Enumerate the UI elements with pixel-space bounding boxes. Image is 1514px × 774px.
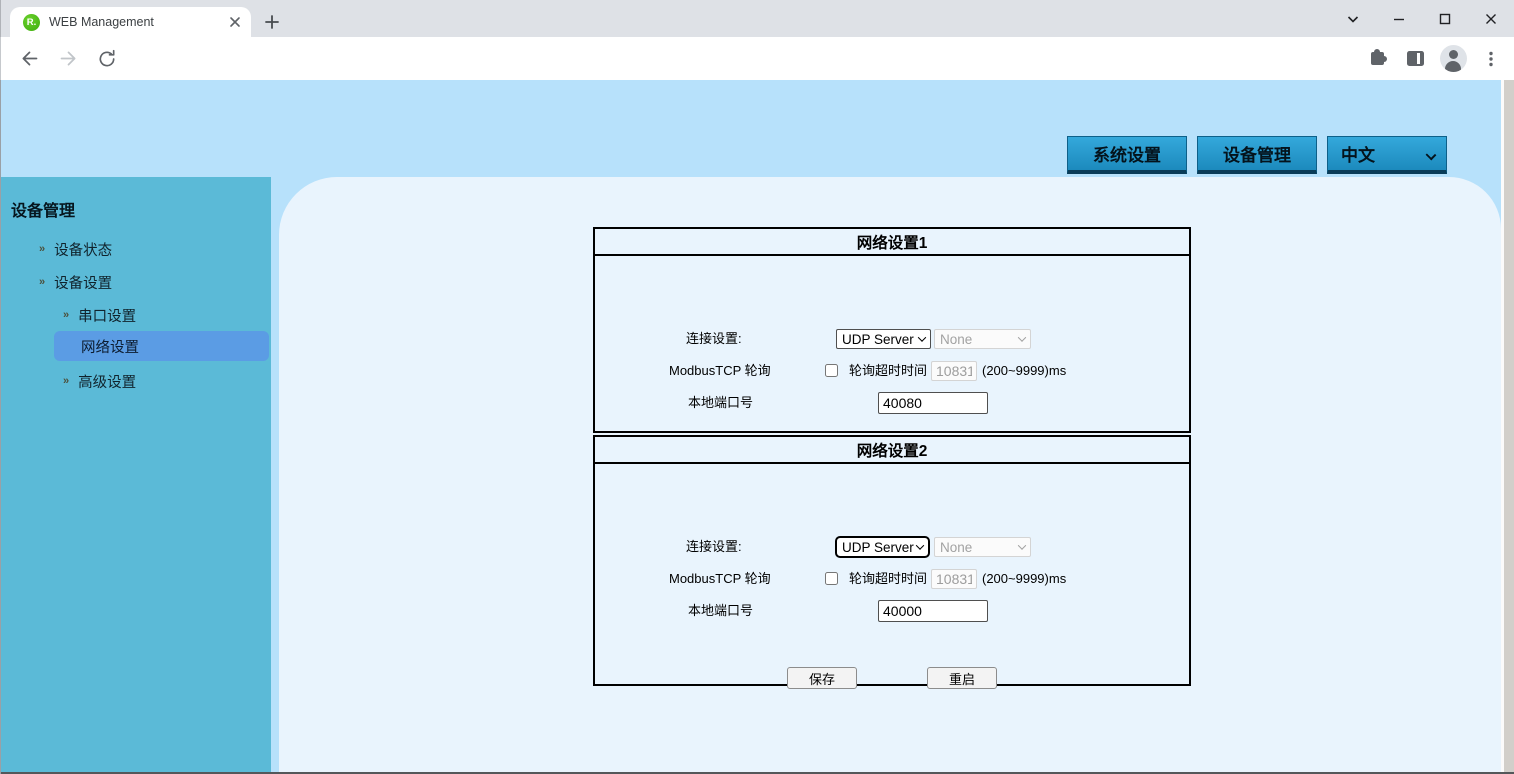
connect-secondary-select: None bbox=[934, 537, 1031, 557]
sidebar-item-label: 网络设置 bbox=[81, 339, 139, 356]
save-button[interactable]: 保存 bbox=[787, 667, 857, 689]
network-settings-panel-2: 网络设置2 连接设置: UDP Server None ModbusTCP 轮询… bbox=[593, 435, 1191, 689]
local-port-label: 本地端口号 bbox=[688, 603, 754, 618]
chevron-down-icon bbox=[1425, 149, 1437, 161]
chevron-down-icon bbox=[1017, 541, 1027, 550]
sidebar-item-label: 设备设置 bbox=[54, 275, 113, 292]
sidebar-item-label: 高级设置 bbox=[78, 374, 137, 391]
device-management-button[interactable]: 设备管理 bbox=[1197, 136, 1317, 174]
site-favicon: R. bbox=[23, 13, 40, 31]
poll-timeout-label: 轮询超时时间 bbox=[849, 363, 928, 378]
tab-search-icon[interactable] bbox=[1330, 0, 1376, 37]
chevron-down-icon bbox=[1017, 333, 1027, 342]
poll-timeout-input bbox=[931, 361, 977, 381]
browser-toolbar: ! 不安全 192.168.0.148/html/DeviceSet.html bbox=[0, 37, 1514, 113]
browser-tab[interactable]: R. WEB Management bbox=[10, 7, 251, 37]
menu-kebab-icon[interactable] bbox=[1476, 44, 1506, 74]
timeout-range-hint: (200~9999)ms bbox=[982, 363, 1067, 378]
back-icon[interactable] bbox=[15, 45, 43, 73]
modbus-poll-checkbox[interactable] bbox=[825, 572, 838, 585]
poll-timeout-label: 轮询超时时间 bbox=[849, 571, 928, 586]
panel-title: 网络设置2 bbox=[595, 437, 1189, 464]
maximize-icon[interactable] bbox=[1422, 0, 1468, 37]
tab-close-icon[interactable] bbox=[227, 14, 243, 30]
connect-setting-label: 连接设置: bbox=[686, 539, 742, 554]
arrow-bullet-icon: » bbox=[39, 243, 46, 255]
connect-secondary-select: None bbox=[934, 329, 1031, 349]
local-port-input[interactable] bbox=[878, 600, 988, 622]
arrow-bullet-icon: » bbox=[63, 375, 70, 387]
connect-setting-label: 连接设置: bbox=[686, 331, 742, 346]
chevron-down-icon bbox=[917, 333, 927, 342]
connect-mode-select[interactable]: UDP Server bbox=[836, 329, 931, 349]
network-settings-panel-1: 网络设置1 连接设置: UDP Server None ModbusTCP 轮询… bbox=[593, 227, 1191, 433]
tab-title: WEB Management bbox=[49, 15, 154, 29]
modbus-poll-checkbox[interactable] bbox=[825, 364, 838, 377]
sidebar-item-label: 串口设置 bbox=[78, 308, 137, 325]
system-settings-button[interactable]: 系统设置 bbox=[1067, 136, 1187, 174]
local-port-label: 本地端口号 bbox=[688, 395, 754, 410]
sidebar-item-label: 设备状态 bbox=[54, 242, 113, 259]
sidebar-item-advanced-settings[interactable]: » 高级设置 bbox=[63, 371, 136, 391]
arrow-bullet-icon: » bbox=[39, 276, 46, 288]
sidebar-item-serial-settings[interactable]: » 串口设置 bbox=[63, 305, 136, 325]
language-select[interactable]: 中文 bbox=[1327, 136, 1447, 174]
refresh-icon[interactable] bbox=[93, 45, 121, 73]
panel-title: 网络设置1 bbox=[595, 229, 1189, 256]
profile-avatar[interactable] bbox=[1438, 44, 1468, 74]
arrow-bullet-icon: » bbox=[63, 309, 70, 321]
modbus-poll-label: ModbusTCP 轮询 bbox=[669, 363, 771, 378]
sidebar: 设备管理 » 设备状态 » 设备设置 » 串口设置 网络设置 » 高级设置 bbox=[1, 177, 271, 774]
main-content-area: 网络设置1 连接设置: UDP Server None ModbusTCP 轮询… bbox=[279, 177, 1501, 774]
window-controls bbox=[1330, 0, 1514, 37]
restart-button[interactable]: 重启 bbox=[927, 667, 997, 689]
page-scrollbar[interactable] bbox=[1501, 80, 1514, 774]
chevron-down-icon bbox=[915, 541, 925, 550]
minimize-icon[interactable] bbox=[1376, 0, 1422, 37]
sidebar-title: 设备管理 bbox=[11, 203, 76, 220]
new-tab-icon[interactable] bbox=[259, 9, 285, 35]
forward-icon[interactable] bbox=[54, 45, 82, 73]
close-window-icon[interactable] bbox=[1468, 0, 1514, 37]
timeout-range-hint: (200~9999)ms bbox=[982, 571, 1067, 586]
sidebar-item-device-settings[interactable]: » 设备设置 bbox=[39, 272, 112, 292]
connect-mode-select[interactable]: UDP Server bbox=[835, 536, 930, 558]
poll-timeout-input bbox=[931, 569, 977, 589]
modbus-poll-label: ModbusTCP 轮询 bbox=[669, 571, 771, 586]
sidebar-item-device-status[interactable]: » 设备状态 bbox=[39, 239, 112, 259]
sidebar-item-network-settings-selected[interactable]: 网络设置 bbox=[54, 331, 269, 361]
local-port-input[interactable] bbox=[878, 392, 988, 414]
page-background: 网络设置1 连接设置: UDP Server None ModbusTCP 轮询… bbox=[0, 80, 1514, 774]
browser-titlebar: R. WEB Management bbox=[0, 0, 1514, 37]
side-panel-icon[interactable] bbox=[1400, 44, 1430, 74]
extensions-icon[interactable] bbox=[1362, 44, 1392, 74]
